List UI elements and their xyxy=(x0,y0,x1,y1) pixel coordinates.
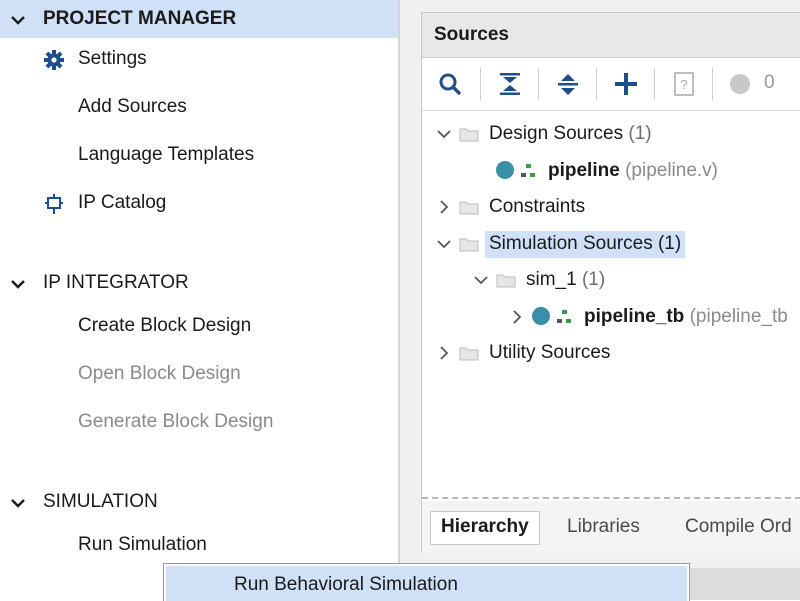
toolbar-separator xyxy=(654,68,655,100)
chevron-down-icon[interactable] xyxy=(473,272,489,288)
expand-all-icon[interactable] xyxy=(555,71,581,97)
flow-navigator: PROJECT MANAGER Settings Add Sources Lan… xyxy=(0,0,398,600)
tree-label: Design Sources (1) xyxy=(489,123,652,144)
tree-label-selected: Simulation Sources (1) xyxy=(485,231,686,258)
tree-row-simulation-sources[interactable]: Simulation Sources (1) xyxy=(422,228,800,260)
tab-compile-order[interactable]: Compile Ord xyxy=(675,511,800,543)
nav-item-label: Add Sources xyxy=(78,96,187,117)
tree-row-pipeline-tb[interactable]: pipeline_tb (pipeline_tb xyxy=(422,301,800,333)
issue-count: 0 xyxy=(764,72,775,93)
section-simulation[interactable]: SIMULATION xyxy=(0,483,398,521)
section-title: PROJECT MANAGER xyxy=(43,8,237,29)
toolbar-separator xyxy=(480,68,481,100)
chevron-down-icon[interactable] xyxy=(8,493,28,513)
nav-item-generate-block-design: Generate Block Design xyxy=(0,403,398,441)
svg-text:?: ? xyxy=(680,77,687,92)
add-icon[interactable] xyxy=(613,71,639,97)
nav-item-label: Generate Block Design xyxy=(78,411,274,432)
tree-label: pipeline (pipeline.v) xyxy=(548,160,719,181)
tree-row-sim-1[interactable]: sim_1 (1) xyxy=(422,264,800,296)
nav-item-label: Open Block Design xyxy=(78,363,241,384)
search-icon[interactable] xyxy=(437,71,463,97)
menu-item-label: Run Behavioral Simulation xyxy=(234,574,458,595)
tree-label: pipeline_tb (pipeline_tb xyxy=(584,306,788,327)
toolbar-separator xyxy=(712,68,713,100)
chevron-right-icon[interactable] xyxy=(436,199,452,215)
tree-row-constraints[interactable]: Constraints xyxy=(422,191,800,223)
nav-item-open-block-design: Open Block Design xyxy=(0,355,398,393)
menu-item-run-behavioral-simulation[interactable]: Run Behavioral Simulation xyxy=(166,566,687,601)
tree-label: Utility Sources xyxy=(489,342,611,363)
nav-item-ip-catalog[interactable]: IP Catalog xyxy=(0,184,398,222)
folder-icon xyxy=(496,274,516,288)
chevron-right-icon[interactable] xyxy=(509,309,525,325)
sources-panel: Sources ? 0 Design Sources (1) pipeline … xyxy=(421,12,800,553)
chevron-right-icon[interactable] xyxy=(436,345,452,361)
tree-row-pipeline[interactable]: pipeline (pipeline.v) xyxy=(422,155,800,187)
chevron-down-icon[interactable] xyxy=(8,10,28,30)
chevron-down-icon[interactable] xyxy=(436,236,452,252)
tree-label: Constraints xyxy=(489,196,586,217)
tree-label: sim_1 (1) xyxy=(526,269,606,290)
toolbar-separator xyxy=(538,68,539,100)
source-status-dot xyxy=(532,307,550,325)
nav-item-label: Settings xyxy=(78,48,147,69)
sources-header: Sources xyxy=(422,13,800,58)
source-status-dot xyxy=(496,161,514,179)
nav-item-label: Language Templates xyxy=(78,144,255,165)
ip-plug-icon xyxy=(45,194,63,214)
tab-hierarchy[interactable]: Hierarchy xyxy=(430,511,540,545)
tab-libraries[interactable]: Libraries xyxy=(557,511,650,543)
hierarchy-icon xyxy=(557,310,571,323)
run-simulation-menu: Run Behavioral Simulation xyxy=(163,563,690,601)
nav-item-settings[interactable]: Settings xyxy=(0,40,398,78)
chevron-down-icon[interactable] xyxy=(8,274,28,294)
nav-item-language-templates[interactable]: Language Templates xyxy=(0,136,398,174)
nav-item-run-simulation[interactable]: Run Simulation xyxy=(0,526,398,564)
sources-title: Sources xyxy=(434,24,509,45)
chevron-down-icon[interactable] xyxy=(436,126,452,142)
collapse-all-icon[interactable] xyxy=(497,71,523,97)
sources-tabs: Hierarchy Libraries Compile Ord xyxy=(422,501,800,553)
sources-tree: Design Sources (1) pipeline (pipeline.v)… xyxy=(422,113,800,493)
status-circle-icon[interactable] xyxy=(727,71,753,97)
sources-toolbar: ? 0 xyxy=(422,58,800,111)
folder-icon xyxy=(459,347,479,361)
nav-item-label: IP Catalog xyxy=(78,192,167,213)
folder-icon xyxy=(459,128,479,142)
toolbar-separator xyxy=(596,68,597,100)
tree-row-design-sources[interactable]: Design Sources (1) xyxy=(422,118,800,150)
gear-icon xyxy=(44,50,64,70)
tab-divider xyxy=(422,497,800,499)
nav-item-create-block-design[interactable]: Create Block Design xyxy=(0,307,398,345)
help-icon[interactable]: ? xyxy=(671,71,697,97)
section-project-manager[interactable]: PROJECT MANAGER xyxy=(0,0,398,38)
nav-item-label: Run Simulation xyxy=(78,534,207,555)
tree-row-utility-sources[interactable]: Utility Sources xyxy=(422,337,800,369)
section-ip-integrator[interactable]: IP INTEGRATOR xyxy=(0,264,398,302)
nav-item-add-sources[interactable]: Add Sources xyxy=(0,88,398,126)
hierarchy-icon xyxy=(521,164,535,177)
section-title: IP INTEGRATOR xyxy=(43,272,189,293)
section-title: SIMULATION xyxy=(43,491,158,512)
nav-item-label: Create Block Design xyxy=(78,315,252,336)
folder-icon xyxy=(459,238,479,252)
panel-footer-strip xyxy=(688,568,800,600)
folder-icon xyxy=(459,201,479,215)
